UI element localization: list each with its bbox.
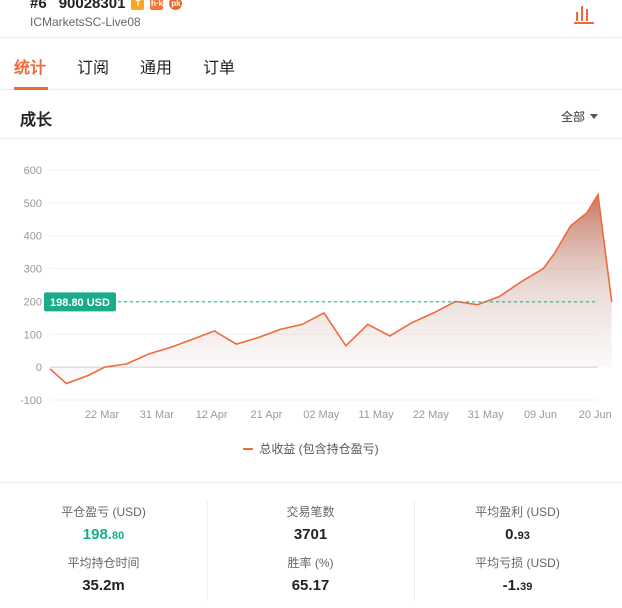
badge-hk-icon: h·k bbox=[150, 0, 164, 10]
y-tick-label: 600 bbox=[24, 165, 42, 177]
stat-label: 胜率 (%) bbox=[287, 556, 334, 570]
stat-value-int: 198. bbox=[82, 526, 112, 543]
range-dropdown[interactable]: 全部 bbox=[561, 108, 598, 125]
y-tick-label: -100 bbox=[20, 395, 42, 407]
x-tick-label: 20 Jun bbox=[579, 409, 612, 421]
growth-section-header: 成长 全部 bbox=[0, 91, 622, 139]
account-line: #6 90028301 T h·k pk bbox=[30, 0, 183, 12]
x-tick-label: 31 Mar bbox=[140, 409, 175, 421]
stat-value-int: 0. bbox=[505, 526, 518, 543]
x-tick-label: 22 Mar bbox=[85, 409, 120, 421]
tab-bar: 统计 订阅 通用 订单 bbox=[0, 38, 622, 90]
stat-value: 3701 bbox=[207, 526, 414, 543]
x-tick-label: 09 Jun bbox=[524, 409, 557, 421]
stat-label: 交易笔数 bbox=[286, 505, 335, 519]
stat-value: 35.2m bbox=[0, 577, 207, 594]
y-tick-label: 500 bbox=[24, 198, 42, 210]
current-value-text: 198.80 USD bbox=[50, 297, 110, 309]
y-tick-label: 0 bbox=[36, 362, 42, 374]
stat-value-int: 65.17 bbox=[291, 577, 330, 594]
badge-t-icon: T bbox=[131, 0, 145, 10]
stat-win-rate: 胜率 (%) 65.17 bbox=[207, 554, 414, 594]
y-tick-label: 300 bbox=[24, 264, 42, 276]
x-tick-label: 31 May bbox=[468, 409, 505, 421]
stat-label: 平均持仓时间 bbox=[67, 556, 140, 570]
stat-value: -1.39 bbox=[414, 577, 621, 594]
account-header: #6 90028301 T h·k pk ICMarketsSC-Live08 bbox=[0, 0, 622, 38]
x-tick-label: 11 May bbox=[358, 409, 394, 421]
stat-avg-profit: 平均盈利 (USD) 0.93 bbox=[414, 503, 621, 543]
x-tick-label: 12 Apr bbox=[196, 409, 228, 421]
legend-line-icon bbox=[243, 447, 254, 450]
stat-closed-pnl: 平仓盈亏 (USD) 198.80 bbox=[0, 503, 207, 543]
y-tick-label: 400 bbox=[24, 231, 42, 243]
y-tick-label: 100 bbox=[24, 329, 42, 341]
server-name: ICMarketsSC-Live08 bbox=[30, 15, 141, 29]
growth-area bbox=[50, 194, 612, 384]
stat-label: 平均亏损 (USD) bbox=[475, 556, 560, 570]
current-value-label: 198.80 USD bbox=[44, 292, 116, 312]
tab-subscribe[interactable]: 订阅 bbox=[77, 54, 109, 78]
stat-value-int: 3701 bbox=[293, 526, 328, 543]
stat-trade-count: 交易笔数 3701 bbox=[207, 503, 414, 543]
stat-value: 65.17 bbox=[207, 577, 414, 594]
stat-value-int: 35.2m bbox=[82, 577, 125, 594]
stat-label: 平仓盈亏 (USD) bbox=[61, 505, 146, 519]
tab-general[interactable]: 通用 bbox=[140, 54, 172, 78]
section-title: 成长 bbox=[20, 112, 53, 129]
stat-avg-hold-time: 平均持仓时间 35.2m bbox=[0, 554, 207, 594]
badge-pk-icon: pk bbox=[169, 0, 183, 10]
account-number: 90028301 bbox=[58, 0, 126, 12]
stat-value-dec: 39 bbox=[520, 581, 533, 593]
stats-panel: 平仓盈亏 (USD) 198.80 交易笔数 3701 平均盈利 (USD) 0… bbox=[0, 482, 622, 608]
bar-chart-icon[interactable] bbox=[572, 3, 598, 25]
stat-value-dec: 93 bbox=[517, 530, 530, 542]
range-label: 全部 bbox=[560, 110, 585, 124]
stat-value-dec: 80 bbox=[111, 530, 125, 542]
tab-orders[interactable]: 订单 bbox=[203, 54, 235, 78]
chart-legend: 总收益 (包含持仓盈亏) bbox=[0, 440, 622, 457]
account-rank: #6 bbox=[30, 0, 47, 12]
y-tick-label: 200 bbox=[24, 296, 42, 308]
x-tick-label: 22 May bbox=[413, 409, 450, 421]
growth-chart: 600 500 400 300 200 100 0 -100 22 Mar 31 Mar 12 A… bbox=[20, 165, 613, 421]
stat-value: 0.93 bbox=[414, 526, 621, 543]
tab-stats[interactable]: 统计 bbox=[14, 54, 46, 78]
stat-value: 198.80 bbox=[0, 526, 207, 543]
legend-label: 总收益 (包含持仓盈亏) bbox=[259, 442, 379, 456]
caret-down-icon bbox=[590, 114, 598, 119]
stat-value-int: -1. bbox=[502, 577, 521, 594]
active-tab-indicator bbox=[14, 87, 48, 90]
x-tick-label: 21 Apr bbox=[251, 409, 283, 421]
stat-avg-loss: 平均亏损 (USD) -1.39 bbox=[414, 554, 621, 594]
stat-label: 平均盈利 (USD) bbox=[475, 505, 560, 519]
x-tick-label: 02 May bbox=[303, 409, 340, 421]
